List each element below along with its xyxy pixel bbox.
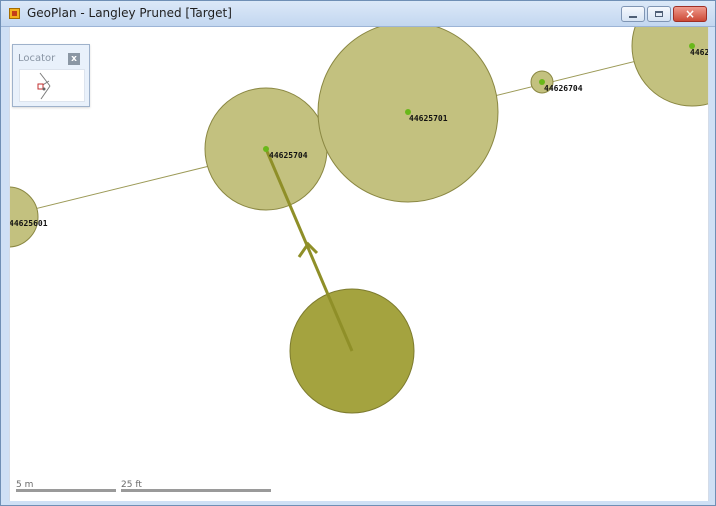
maximize-button[interactable] bbox=[647, 6, 671, 22]
locator-map-icon[interactable] bbox=[19, 69, 85, 102]
locator-map-svg bbox=[37, 72, 51, 100]
minimize-button[interactable] bbox=[621, 6, 645, 22]
window-controls: × bbox=[621, 6, 707, 22]
maximize-icon bbox=[655, 11, 663, 17]
map-svg[interactable]: 44625601 44625704 44625701 44626704 4462 bbox=[9, 27, 709, 501]
window-title: GeoPlan - Langley Pruned [Target] bbox=[27, 6, 232, 20]
node-label-44625701: 44625701 bbox=[409, 114, 448, 123]
locator-title: Locator bbox=[18, 53, 56, 64]
locator-panel[interactable]: Locator x bbox=[12, 44, 90, 107]
map-canvas[interactable]: 44625601 44625704 44625701 44626704 4462… bbox=[9, 27, 709, 501]
node-label-4462: 4462 bbox=[690, 48, 709, 57]
feet-scale-bar bbox=[121, 489, 271, 492]
node-label-44626704: 44626704 bbox=[544, 84, 583, 93]
close-button[interactable]: × bbox=[673, 6, 707, 22]
locator-close-button[interactable]: x bbox=[68, 53, 80, 65]
tree-canopy-4462[interactable] bbox=[631, 27, 709, 107]
tree-canopy-44625601[interactable] bbox=[9, 186, 39, 248]
geoplan-window: GeoPlan - Langley Pruned [Target] × 4462… bbox=[0, 0, 716, 506]
close-icon: × bbox=[684, 7, 696, 21]
locator-viewport-marker bbox=[37, 83, 44, 90]
title-bar[interactable]: GeoPlan - Langley Pruned [Target] × bbox=[1, 1, 715, 27]
map-app-icon bbox=[9, 8, 20, 19]
node-label-44625704: 44625704 bbox=[269, 151, 308, 160]
meter-scale-bar bbox=[16, 489, 116, 492]
minimize-icon bbox=[629, 16, 637, 18]
node-label-44625601: 44625601 bbox=[9, 219, 48, 228]
locator-node bbox=[42, 87, 46, 91]
